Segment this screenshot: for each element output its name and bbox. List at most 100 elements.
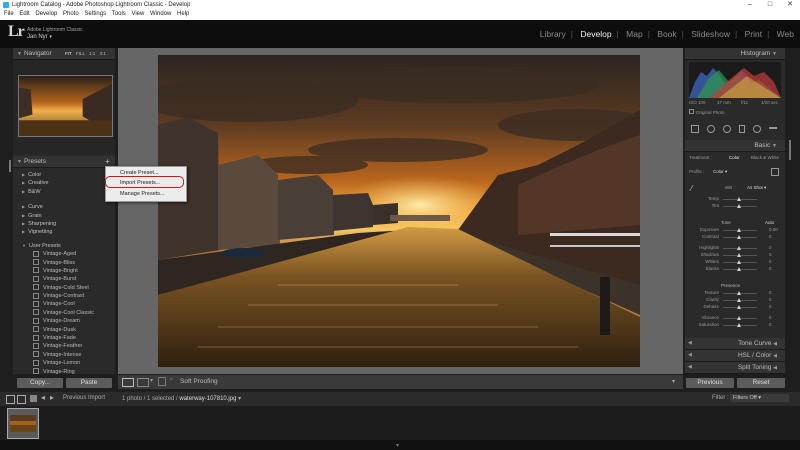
module-book[interactable]: Book (657, 29, 676, 39)
filter-dropdown[interactable]: Filters Off ▾ (730, 394, 789, 402)
menu-photo[interactable]: Photo (63, 10, 79, 19)
zoom-3-1[interactable]: 3:1 (100, 51, 106, 56)
slider-contrast-value[interactable]: 0 (769, 234, 772, 239)
user-preset-item[interactable]: Vintage-Burst (13, 275, 115, 283)
preset-group-vignetting[interactable]: ▶ Vignetting (13, 228, 115, 236)
back-arrow-icon[interactable]: ◂ (41, 393, 45, 402)
preset-group-curve[interactable]: ▶ Curve (13, 203, 115, 211)
slider-dehaze-value[interactable]: 0 (769, 304, 772, 309)
slider-clarity-handle[interactable] (737, 298, 741, 302)
slider-exposure-handle[interactable] (737, 228, 741, 232)
user-preset-item[interactable]: Vintage-Dusk (13, 326, 115, 334)
red-eye-icon[interactable] (723, 125, 731, 133)
user-preset-item[interactable]: Vintage-Cold Steel (13, 284, 115, 292)
menu-view[interactable]: View (131, 10, 144, 19)
zoom-1-1[interactable]: 1:1 (89, 51, 95, 56)
radial-filter-icon[interactable] (753, 125, 761, 133)
paste-button[interactable]: Paste (66, 378, 112, 388)
main-window-icon[interactable] (6, 395, 15, 404)
previous-button[interactable]: Previous (686, 378, 734, 388)
preset-group-grain[interactable]: ▶ Grain (13, 212, 115, 220)
soft-proofing-label[interactable]: Soft Proofing (180, 378, 218, 385)
wb-dropdown[interactable]: As Shot ▾ (747, 185, 766, 191)
module-develop[interactable]: Develop (580, 29, 611, 39)
navigator-header[interactable]: ▼ Navigator FIT FILL 1:1 3:1 (13, 48, 115, 60)
reset-button[interactable]: Reset (737, 378, 785, 388)
preset-group-bw[interactable]: ▶ B&W (13, 188, 115, 196)
slider-saturation-value[interactable]: 0 (769, 322, 772, 327)
histogram-header[interactable]: Histogram ▼ (685, 48, 785, 60)
module-web[interactable]: Web (777, 29, 794, 39)
menu-file[interactable]: File (4, 10, 14, 19)
split-toning-header[interactable]: ◀ Split Toning ◀ (685, 362, 785, 374)
slider-blacks-value[interactable]: 0 (769, 266, 772, 271)
slider-tint-handle[interactable] (737, 204, 741, 208)
treatment-color[interactable]: Color (729, 155, 740, 160)
user-preset-item[interactable]: Vintage-Bliss (13, 259, 115, 267)
user-preset-item[interactable]: Vintage-Lemon (13, 359, 115, 367)
eyedropper-icon[interactable]: ⁄ (691, 185, 699, 193)
basic-header[interactable]: Basic ▼ (685, 140, 785, 152)
profile-browser-icon[interactable] (771, 168, 779, 176)
source-label[interactable]: Previous Import (63, 395, 105, 401)
slider-shadows-handle[interactable] (737, 253, 741, 257)
minimize-icon[interactable]: – (742, 0, 758, 10)
treatment-bw[interactable]: Black & White (751, 155, 779, 160)
user-preset-item[interactable]: Vintage-Feather (13, 342, 115, 350)
menu-window[interactable]: Window (150, 10, 171, 19)
slider-whites-handle[interactable] (737, 260, 741, 264)
user-preset-item[interactable]: Vintage-Cool Classic (13, 309, 115, 317)
module-map[interactable]: Map (626, 29, 643, 39)
graduated-filter-icon[interactable] (739, 125, 745, 133)
tone-curve-header[interactable]: ◀ Tone Curve ◀ (685, 338, 785, 350)
presets-header[interactable]: ▼ Presets + (13, 156, 115, 168)
left-panel-scrollbar[interactable] (9, 160, 11, 172)
maximize-icon[interactable]: □ (762, 0, 778, 10)
spot-removal-icon[interactable] (707, 125, 715, 133)
user-preset-item[interactable]: Vintage-Dream (13, 317, 115, 325)
menu-settings[interactable]: Settings (84, 10, 106, 19)
user-name[interactable]: Jan Nyr ▾ (27, 34, 52, 40)
slider-shadows-value[interactable]: 0 (769, 252, 772, 257)
user-preset-item[interactable]: Vintage-Ring (13, 368, 115, 376)
menu-edit[interactable]: Edit (19, 10, 29, 19)
slider-vibrance-value[interactable]: 0 (769, 315, 772, 320)
close-icon[interactable]: ✕ (782, 0, 798, 10)
photo-preview[interactable] (158, 55, 640, 367)
menu-help[interactable]: Help (177, 10, 189, 19)
filmstrip-toggle-icon[interactable]: ▾ (396, 442, 399, 449)
before-after-icon[interactable] (137, 378, 149, 387)
auto-tone-button[interactable]: Auto (765, 220, 774, 225)
crop-tool-icon[interactable] (691, 125, 699, 133)
slider-vibrance-handle[interactable] (737, 316, 741, 320)
view-dropdown-icon[interactable]: ▾ (150, 377, 153, 384)
brush-tool-icon[interactable] (769, 127, 777, 129)
user-preset-item[interactable]: Vintage-Aged (13, 250, 115, 258)
before-after-toggle[interactable] (158, 377, 166, 386)
menu-develop[interactable]: Develop (35, 10, 57, 19)
zoom-fill[interactable]: FILL (76, 51, 85, 56)
slider-saturation-handle[interactable] (737, 323, 741, 327)
module-print[interactable]: Print (745, 29, 762, 39)
user-preset-item[interactable]: Vintage-Contrast (13, 292, 115, 300)
user-preset-item[interactable]: Vintage-Intense (13, 351, 115, 359)
user-presets-group[interactable]: ▼ User Presets (13, 242, 115, 250)
preset-group-color[interactable]: ▶ Color (13, 171, 115, 179)
slider-whites-value[interactable]: 0 (769, 259, 772, 264)
filmstrip-thumbnail[interactable] (7, 408, 39, 439)
slider-contrast-handle[interactable] (737, 235, 741, 239)
slider-blacks-handle[interactable] (737, 267, 741, 271)
user-preset-item[interactable]: Vintage-Fade (13, 334, 115, 342)
user-preset-item[interactable]: Vintage-Bright (13, 267, 115, 275)
forward-arrow-icon[interactable]: ▸ (50, 393, 54, 402)
user-preset-item[interactable]: Vintage-Cool (13, 300, 115, 308)
slider-texture-value[interactable]: 0 (769, 290, 772, 295)
slider-temp-handle[interactable] (737, 197, 741, 201)
manage-presets-item[interactable]: Manage Presets... (120, 191, 165, 197)
soft-proof-checkbox[interactable]: ◦ (170, 376, 172, 383)
slider-highlights-value[interactable]: 0 (769, 245, 772, 250)
slider-texture-handle[interactable] (737, 291, 741, 295)
module-slideshow[interactable]: Slideshow (691, 29, 730, 39)
preset-group-sharpening[interactable]: ▶ Sharpening (13, 220, 115, 228)
slider-exposure-value[interactable]: 0.00 (769, 227, 778, 232)
